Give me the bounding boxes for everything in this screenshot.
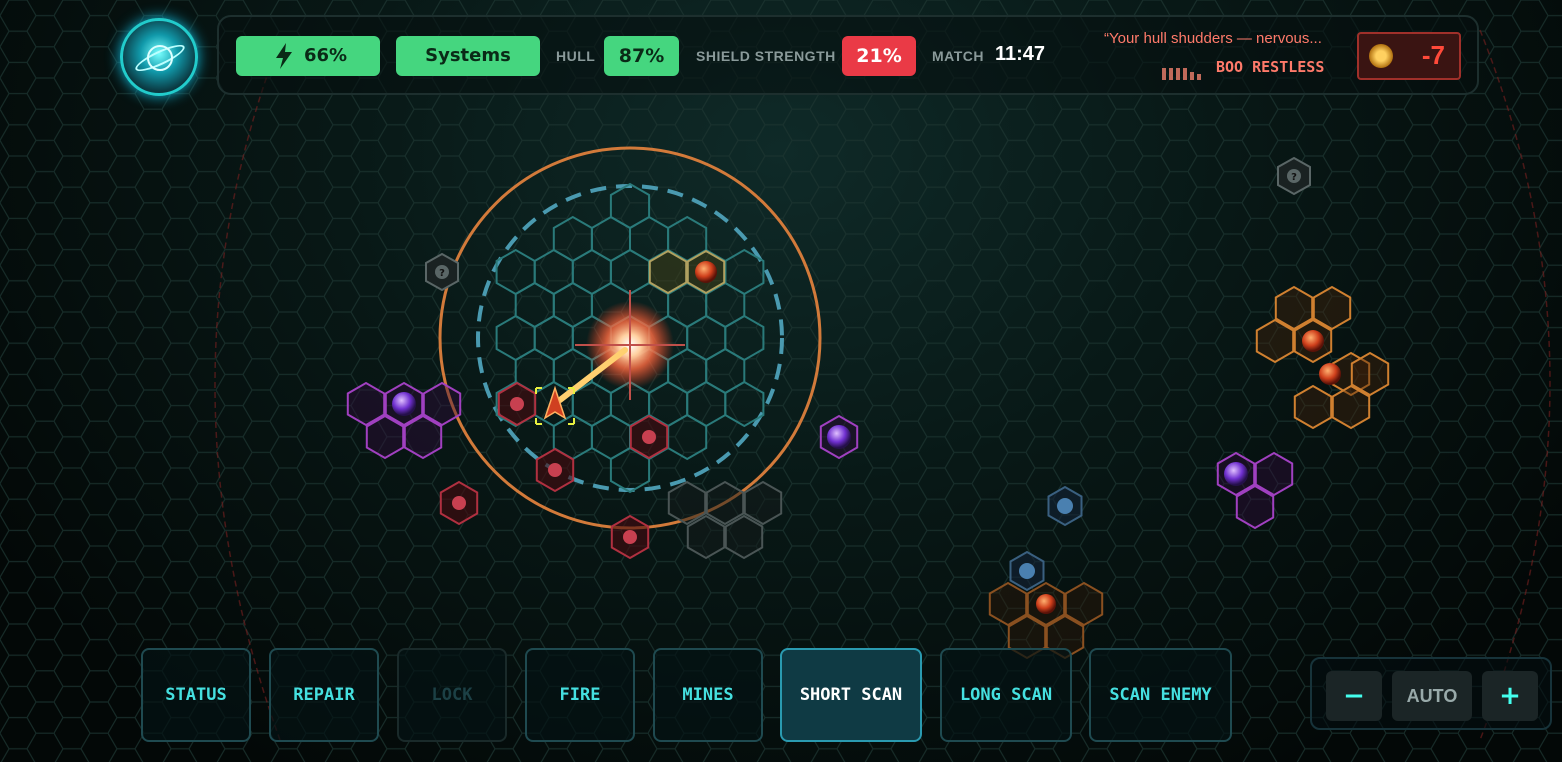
lock-button[interactable]: LOCK <box>397 648 507 742</box>
debris-hex-tile[interactable] <box>705 480 745 526</box>
enemy-hex-tile[interactable] <box>1255 318 1295 364</box>
zoom-in-button[interactable]: + <box>1482 671 1538 721</box>
debris-hex-tile[interactable] <box>667 480 707 526</box>
enemy-planet-icon <box>1319 363 1341 385</box>
shield-label: SHIELD STRENGTH <box>696 48 836 64</box>
score-value: -7 <box>1421 40 1445 70</box>
fire-button[interactable]: FIRE <box>525 648 635 742</box>
energy-badge: 66% <box>236 36 380 76</box>
unknown-marker-icon: ? <box>1277 156 1311 196</box>
status-button[interactable]: STATUS <box>141 648 251 742</box>
anomaly-icon <box>827 425 851 449</box>
mood-status: BOO RESTLESS <box>1216 58 1325 76</box>
enemy-planet-icon <box>1036 594 1056 614</box>
anomaly-hex-tile[interactable] <box>1235 484 1275 530</box>
shield-value: 21% <box>842 36 916 76</box>
match-timer: 11:47 <box>995 43 1046 65</box>
zoom-control: − AUTO + <box>1310 657 1552 730</box>
systems-button[interactable]: Systems <box>396 36 540 76</box>
anomaly-hex-tile[interactable] <box>365 414 405 460</box>
debris-hex-tile[interactable] <box>686 514 726 560</box>
mine-icon <box>623 530 637 544</box>
coin-icon <box>1369 44 1393 68</box>
score-panel: -7 <box>1357 32 1461 80</box>
mines-button[interactable]: MINES <box>653 648 763 742</box>
scan-enemy-button[interactable]: SCAN ENEMY <box>1089 648 1232 742</box>
enemy-hex-tile[interactable] <box>1293 384 1333 430</box>
hex-tile[interactable] <box>648 249 688 295</box>
enemy-planet-icon <box>1302 330 1324 352</box>
supply-crate-icon <box>1019 563 1035 579</box>
mine-icon <box>548 463 562 477</box>
supply-crate-icon <box>1057 498 1073 514</box>
zoom-out-button[interactable]: − <box>1326 671 1382 721</box>
svg-text:?: ? <box>439 268 445 279</box>
svg-text:?: ? <box>1291 172 1297 183</box>
anomaly-icon <box>1224 462 1248 486</box>
debris-hex-tile[interactable] <box>724 514 764 560</box>
debris-hex-tile[interactable] <box>743 480 783 526</box>
mine-icon <box>642 430 656 444</box>
repair-button[interactable]: REPAIR <box>269 648 379 742</box>
zoom-mode-button[interactable]: AUTO <box>1392 671 1472 721</box>
anomaly-icon <box>392 392 416 416</box>
hull-label: HULL <box>556 48 596 64</box>
short-scan-button[interactable]: SHORT SCAN <box>780 648 922 742</box>
match-label: MATCH <box>932 48 985 64</box>
mine-icon <box>510 397 524 411</box>
anomaly-hex-tile[interactable] <box>403 414 443 460</box>
mine-icon <box>452 496 466 510</box>
lightning-icon <box>276 43 292 69</box>
unknown-marker-icon: ? <box>425 252 459 292</box>
mood-bars-icon <box>1162 64 1206 80</box>
hull-value: 87% <box>604 36 679 76</box>
flavor-quote: “Your hull shudders — nervous... <box>1104 30 1322 47</box>
long-scan-button[interactable]: LONG SCAN <box>940 648 1072 742</box>
enemy-planet-icon <box>695 261 717 283</box>
galaxy-emblem-icon[interactable] <box>120 18 198 96</box>
enemy-hex-tile[interactable] <box>1331 384 1371 430</box>
